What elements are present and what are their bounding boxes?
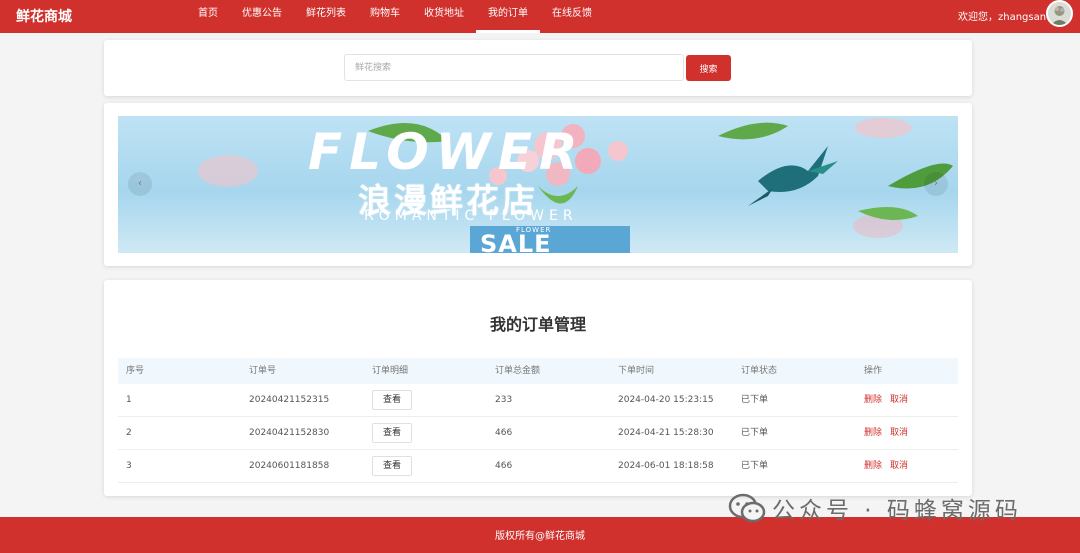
cell-index: 3 bbox=[126, 461, 132, 471]
cell-index: 2 bbox=[126, 428, 132, 438]
cell-status: 已下单 bbox=[741, 428, 769, 438]
cell-status: 已下单 bbox=[741, 395, 769, 405]
nav-item-address[interactable]: 收货地址 bbox=[412, 0, 476, 33]
banner-subtitle: ROMANTIC FLOWER bbox=[364, 208, 578, 224]
banner-panel: FLOWER 浪漫鲜花店 ROMANTIC FLOWER FLOWER SALE… bbox=[104, 103, 972, 266]
table-row: 2 20240421152830 查看 466 2024-04-21 15:28… bbox=[118, 417, 958, 450]
nav-item-cart[interactable]: 购物车 bbox=[358, 0, 412, 33]
cell-amount: 233 bbox=[495, 395, 513, 405]
nav-item-flower-list[interactable]: 鲜花列表 bbox=[294, 0, 358, 33]
cell-index: 1 bbox=[126, 395, 132, 405]
cell-time: 2024-04-20 15:23:15 bbox=[618, 395, 714, 405]
cell-amount: 466 bbox=[495, 428, 513, 438]
cell-order-no: 20240421152830 bbox=[249, 428, 330, 438]
banner-english-title: FLOWER bbox=[308, 123, 585, 181]
cancel-link[interactable]: 取消 bbox=[890, 428, 908, 438]
cancel-link[interactable]: 取消 bbox=[890, 461, 908, 471]
orders-table: 序号 订单号 订单明细 订单总金额 下单时间 订单状态 操作 1 2024042… bbox=[118, 358, 958, 483]
cell-time: 2024-06-01 18:18:58 bbox=[618, 461, 714, 471]
column-header-details: 订单明细 bbox=[372, 366, 409, 376]
welcome-text[interactable]: 欢迎您，zhangsan bbox=[958, 8, 1046, 23]
cell-order-no: 20240601181858 bbox=[249, 461, 330, 471]
banner-carousel[interactable]: FLOWER 浪漫鲜花店 ROMANTIC FLOWER FLOWER SALE… bbox=[118, 116, 958, 253]
delete-link[interactable]: 删除 bbox=[864, 395, 882, 405]
cell-details: 查看 bbox=[364, 417, 487, 449]
view-details-button[interactable]: 查看 bbox=[372, 423, 412, 443]
column-header-order-no: 订单号 bbox=[249, 366, 277, 376]
watermark: 公众号 · 码蜂窝源码 bbox=[728, 490, 1022, 526]
site-brand[interactable]: 鲜花商城 bbox=[16, 6, 72, 26]
column-header-status: 订单状态 bbox=[741, 366, 778, 376]
delete-link[interactable]: 删除 bbox=[864, 428, 882, 438]
orders-panel: 我的订单管理 序号 订单号 订单明细 订单总金额 下单时间 订单状态 操作 1 … bbox=[104, 280, 972, 496]
cell-actions: 删除 取消 bbox=[856, 450, 958, 482]
column-header-actions: 操作 bbox=[864, 366, 883, 376]
search-input[interactable] bbox=[344, 54, 684, 81]
chevron-right-icon[interactable]: › bbox=[924, 172, 948, 196]
cell-details: 查看 bbox=[364, 450, 487, 482]
cell-status: 已下单 bbox=[741, 461, 769, 471]
cancel-link[interactable]: 取消 bbox=[890, 395, 908, 405]
delete-link[interactable]: 删除 bbox=[864, 461, 882, 471]
cell-actions: 删除 取消 bbox=[856, 384, 958, 416]
search-button[interactable]: 搜索 bbox=[686, 55, 731, 81]
banner-sale-text: SALE bbox=[480, 230, 552, 253]
wechat-icon bbox=[728, 493, 766, 523]
cell-actions: 删除 取消 bbox=[856, 417, 958, 449]
user-avatar-icon[interactable] bbox=[1046, 0, 1073, 27]
watermark-text: 公众号 · 码蜂窝源码 bbox=[772, 498, 1022, 524]
view-details-button[interactable]: 查看 bbox=[372, 390, 412, 410]
table-row: 3 20240601181858 查看 466 2024-06-01 18:18… bbox=[118, 450, 958, 483]
cell-amount: 466 bbox=[495, 461, 513, 471]
search-panel: 搜索 bbox=[104, 40, 972, 96]
main-nav: 首页 优惠公告 鲜花列表 购物车 收货地址 我的订单 在线反馈 bbox=[186, 0, 604, 33]
top-navbar: 鲜花商城 首页 优惠公告 鲜花列表 购物车 收货地址 我的订单 在线反馈 欢迎您… bbox=[0, 0, 1080, 33]
nav-item-announcements[interactable]: 优惠公告 bbox=[230, 0, 294, 33]
page-title: 我的订单管理 bbox=[489, 315, 586, 334]
cell-details: 查看 bbox=[364, 384, 487, 416]
view-details-button[interactable]: 查看 bbox=[372, 456, 412, 476]
table-row: 1 20240421152315 查看 233 2024-04-20 15:23… bbox=[118, 384, 958, 417]
cell-time: 2024-04-21 15:28:30 bbox=[618, 428, 714, 438]
nav-item-my-orders[interactable]: 我的订单 bbox=[476, 0, 540, 33]
nav-item-feedback[interactable]: 在线反馈 bbox=[540, 0, 604, 33]
column-header-index: 序号 bbox=[126, 366, 145, 376]
copyright-text: 版权所有@鲜花商城 bbox=[495, 531, 585, 542]
column-header-amount: 订单总金额 bbox=[495, 366, 541, 376]
cell-order-no: 20240421152315 bbox=[249, 395, 330, 405]
table-header: 序号 订单号 订单明细 订单总金额 下单时间 订单状态 操作 bbox=[118, 358, 958, 384]
column-header-time: 下单时间 bbox=[618, 366, 655, 376]
chevron-left-icon[interactable]: ‹ bbox=[128, 172, 152, 196]
nav-item-home[interactable]: 首页 bbox=[186, 0, 230, 33]
